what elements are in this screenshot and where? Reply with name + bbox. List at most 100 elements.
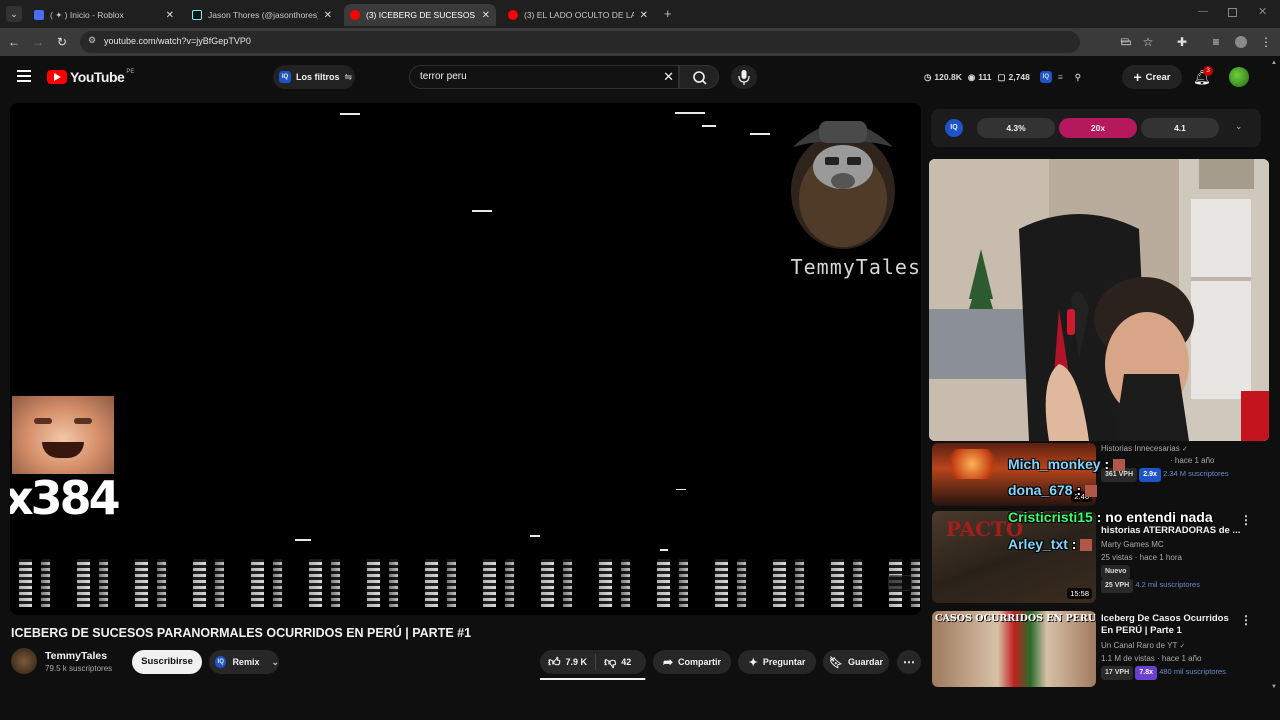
sparkle-icon: ✦ bbox=[748, 656, 758, 669]
youtube-header: YouTube PE IQ Los filtros ⇋ terror peru … bbox=[0, 56, 1280, 100]
browser-toolbar: ← → ↻ ⚙ youtube.com/watch?v=jyBfGepTVP0 … bbox=[0, 28, 1280, 56]
sort-icon[interactable]: ≡ bbox=[1058, 72, 1063, 82]
tab-title: Jason Thores (@jasonthores) of bbox=[208, 10, 318, 20]
video-stats: 17 VPH 7.8x 480 mil suscriptores bbox=[1101, 666, 1226, 680]
search-query[interactable]: terror peru bbox=[420, 71, 467, 82]
stat-other: 111 bbox=[978, 72, 992, 82]
more-actions-icon[interactable]: ⋮ bbox=[1240, 613, 1252, 627]
channel-name-text: Un Canal Raro de YT bbox=[1101, 641, 1178, 650]
restore-icon[interactable] bbox=[1228, 8, 1237, 17]
video-stats: 25 VPH 4.2 mil suscriptores bbox=[1101, 579, 1200, 593]
youtube-favicon-icon bbox=[508, 10, 518, 20]
iq-pill-ratio[interactable]: 20x bbox=[1059, 118, 1137, 138]
tab-iceberg-active[interactable]: (3) ICEBERG DE SUCESOS PARA ✕ bbox=[344, 4, 496, 26]
browser-tab-bar: ⌄ ( ✦ ) Inicio - Roblox ✕ Jason Thores (… bbox=[0, 0, 1280, 28]
scroll-down-icon[interactable]: ▼ bbox=[1270, 684, 1278, 690]
filters-button[interactable]: IQ Los filtros ⇋ bbox=[273, 65, 355, 89]
youtube-logo[interactable]: YouTube PE bbox=[47, 68, 134, 86]
subscribe-button[interactable]: Suscribirse bbox=[132, 650, 202, 674]
stat-views: 120.8K bbox=[934, 72, 962, 82]
like-button[interactable]: 👍︎ 7.9 K bbox=[540, 654, 597, 670]
hamburger-menu-icon[interactable] bbox=[17, 70, 31, 82]
iq-logo-icon[interactable]: IQ bbox=[945, 119, 963, 137]
subs-text: 480 mil suscriptores bbox=[1159, 667, 1226, 676]
video-title[interactable]: historias ATERRADORAS de ... bbox=[1101, 525, 1241, 537]
video-meta: · hace 1 año bbox=[1170, 456, 1215, 465]
iq-logo-icon[interactable]: IQ bbox=[1039, 71, 1052, 83]
video-title: ICEBERG DE SUCESOS PARANORMALES OCURRIDO… bbox=[11, 626, 472, 640]
more-actions-button[interactable]: ⋯ bbox=[897, 650, 921, 674]
voice-search-button[interactable] bbox=[731, 65, 757, 89]
channel-watermark: TemmyTales bbox=[765, 103, 921, 283]
notification-count-badge: 3 bbox=[1203, 66, 1213, 76]
youtube-favicon-icon bbox=[350, 10, 360, 20]
iq-pill-score[interactable]: 4.1 bbox=[1141, 118, 1219, 138]
dislike-count: 42 bbox=[621, 657, 632, 667]
reload-icon[interactable]: ↻ bbox=[54, 34, 70, 50]
window-close-icon[interactable]: ✕ bbox=[1258, 5, 1267, 18]
video-info-icon[interactable] bbox=[888, 575, 912, 591]
roblox-favicon-icon bbox=[34, 10, 44, 20]
create-label: Crear bbox=[1145, 71, 1171, 83]
site-info-icon[interactable]: ⚙ bbox=[88, 35, 96, 46]
thumbs-down-icon: 👎︎ bbox=[604, 654, 617, 669]
save-label: Guardar bbox=[847, 657, 883, 667]
pin-icon[interactable]: ⚲ bbox=[1075, 72, 1081, 83]
video-meta: 1.1 M de vistas · hace 1 año bbox=[1101, 654, 1202, 663]
share-button[interactable]: ➦ Compartir bbox=[653, 650, 731, 674]
close-icon[interactable]: ✕ bbox=[640, 10, 648, 21]
tab-title: (3) ICEBERG DE SUCESOS PARA bbox=[366, 10, 476, 20]
recommendation-item[interactable]: CASOS OCURRIDOS EN PERU Iceberg De Casos… bbox=[932, 611, 1252, 687]
iq-pill-percent[interactable]: 4.3% bbox=[977, 118, 1055, 138]
close-icon[interactable]: ✕ bbox=[166, 10, 174, 21]
account-avatar[interactable] bbox=[1229, 67, 1249, 87]
country-code: PE bbox=[126, 69, 135, 75]
dislike-button[interactable]: 👎︎ 42 bbox=[596, 655, 639, 670]
sliders-icon: ⇋ bbox=[344, 71, 353, 82]
tab-tiktok[interactable]: Jason Thores (@jasonthores) of ✕ bbox=[186, 4, 338, 26]
cast-icon[interactable]: ▭ bbox=[1118, 34, 1134, 50]
address-bar[interactable]: ⚙ youtube.com/watch?v=jyBfGepTVP0 ▭ bbox=[80, 31, 1129, 53]
new-tab-plus-icon[interactable]: + bbox=[664, 6, 672, 21]
chat-message: Arley_txt : bbox=[1008, 536, 1093, 552]
more-actions-icon[interactable]: ⋮ bbox=[1240, 513, 1252, 527]
new-badge: Nuevo bbox=[1101, 565, 1131, 579]
chat-badge-icon bbox=[1113, 459, 1126, 472]
forward-arrow-icon[interactable]: → bbox=[30, 34, 46, 50]
tab-search-icon[interactable]: ⌄ bbox=[6, 6, 22, 22]
ask-button[interactable]: ✦ Preguntar bbox=[738, 650, 816, 674]
extensions-icon[interactable]: ✚ bbox=[1174, 34, 1190, 50]
reading-list-icon[interactable]: ≡ bbox=[1208, 34, 1224, 50]
tab-lado-oculto[interactable]: (3) EL LADO OCULTO DE LA LUN ✕ bbox=[502, 4, 654, 26]
microphone-icon bbox=[738, 70, 750, 85]
profile-avatar[interactable] bbox=[1235, 36, 1247, 48]
channel-stats-widget: ◷ 120.8K ◉ 111 ▢ 2,748 IQ ≡ ⚲ bbox=[924, 67, 1081, 87]
page-scrollbar[interactable]: ▲ ▼ bbox=[1270, 60, 1278, 690]
scroll-up-icon[interactable]: ▲ bbox=[1270, 60, 1278, 66]
back-arrow-icon[interactable]: ← bbox=[6, 34, 22, 50]
iq-logo-icon: IQ bbox=[279, 71, 291, 83]
video-thumbnail[interactable]: CASOS OCURRIDOS EN PERU bbox=[932, 611, 1096, 687]
search-button[interactable] bbox=[679, 65, 719, 89]
save-button[interactable]: 🔖︎ Guardar bbox=[823, 650, 889, 674]
browser-menu-icon[interactable]: ⋮ bbox=[1258, 34, 1274, 50]
channel-name[interactable]: TemmyTales bbox=[45, 650, 107, 662]
close-icon[interactable]: ✕ bbox=[324, 10, 332, 21]
iq-logo-icon: IQ bbox=[215, 656, 227, 668]
tab-roblox[interactable]: ( ✦ ) Inicio - Roblox ✕ bbox=[28, 4, 180, 26]
chevron-down-icon[interactable]: ⌄ bbox=[1235, 121, 1243, 132]
cowboy-bear-logo-icon bbox=[791, 121, 895, 249]
create-button[interactable]: + Crear bbox=[1122, 65, 1182, 89]
clear-search-icon[interactable]: ✕ bbox=[663, 69, 674, 85]
bookmark-star-icon[interactable]: ☆ bbox=[1140, 34, 1156, 50]
remix-button[interactable]: IQ Remix ⌄ bbox=[209, 650, 279, 674]
channel-avatar[interactable] bbox=[11, 648, 37, 674]
minimize-icon[interactable]: — bbox=[1198, 6, 1208, 17]
url-text[interactable]: youtube.com/watch?v=jyBfGepTVP0 bbox=[104, 36, 251, 46]
close-icon[interactable]: ✕ bbox=[482, 10, 490, 21]
new-badge-row: Nuevo bbox=[1101, 565, 1131, 579]
video-title[interactable]: Iceberg De Casos Ocurridos En PERÚ | Par… bbox=[1101, 613, 1241, 637]
combo-counter: x384 bbox=[10, 471, 121, 525]
video-player[interactable]: TemmyTales x384 bbox=[10, 103, 921, 615]
search-input[interactable]: terror peru ✕ bbox=[409, 65, 679, 89]
